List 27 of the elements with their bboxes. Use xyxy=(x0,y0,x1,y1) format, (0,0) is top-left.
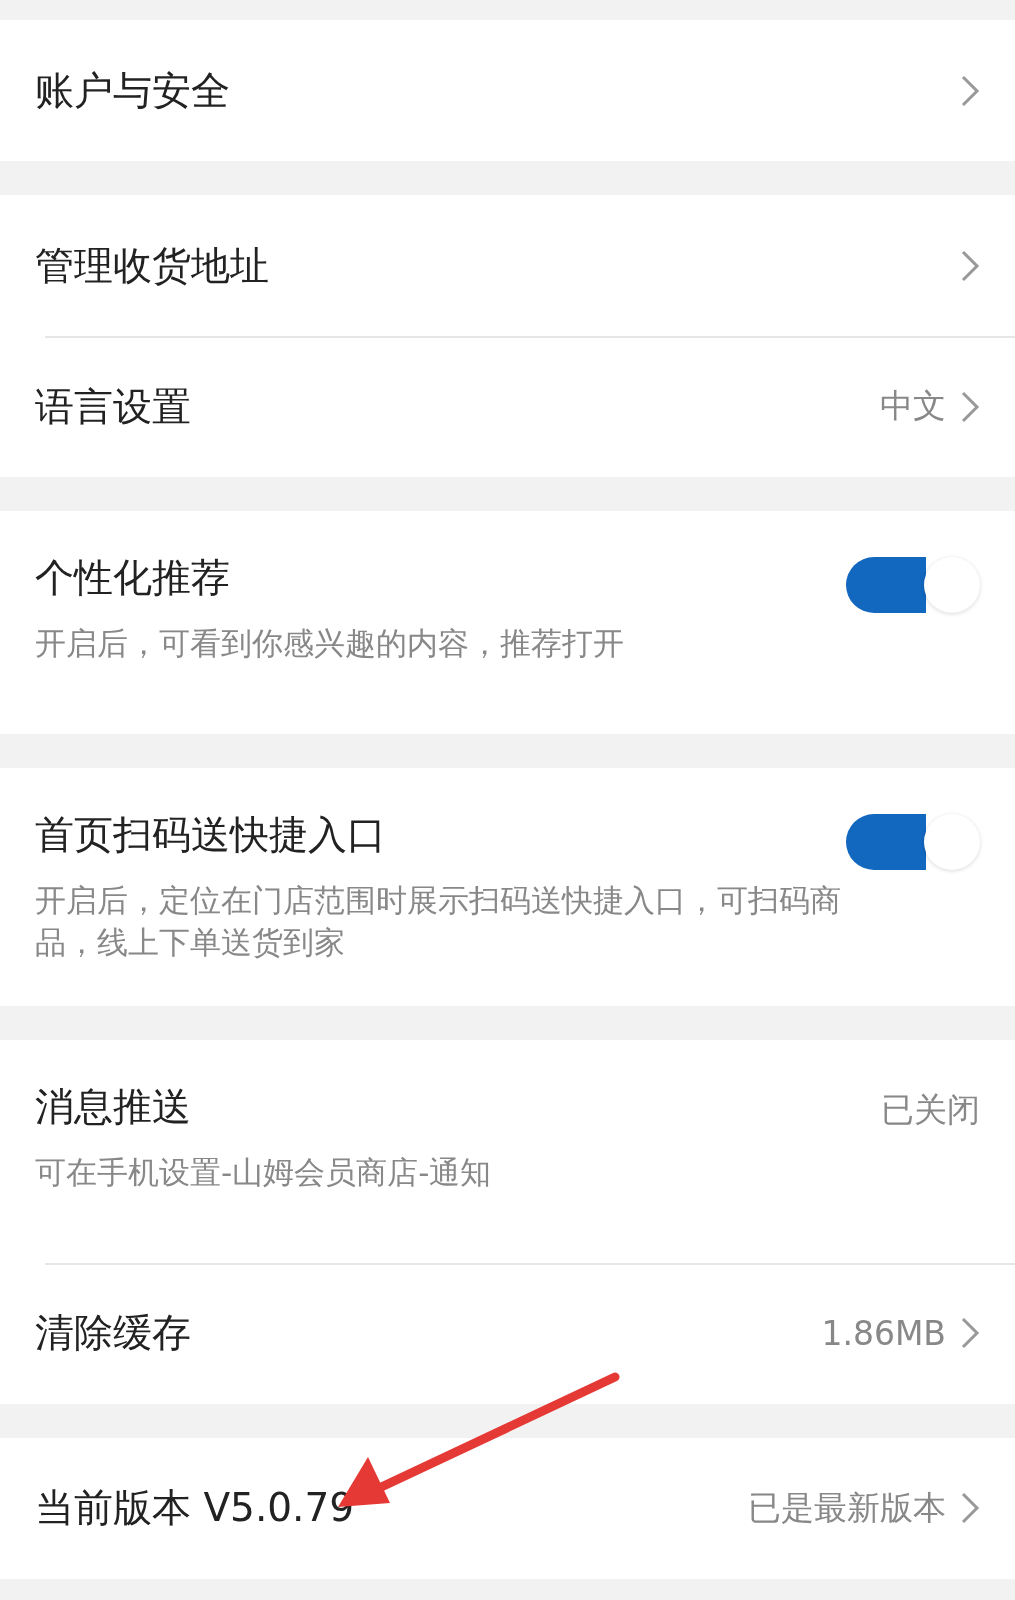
row-title: 个性化推荐 xyxy=(35,554,231,602)
settings-row[interactable]: 管理收货地址 xyxy=(0,195,1015,336)
row-title: 账户与安全 xyxy=(35,66,231,115)
row-title: 当前版本 V5.0.79 xyxy=(35,1484,356,1533)
row-title: 消息推送 xyxy=(35,1082,192,1131)
chevron-right-icon xyxy=(960,1316,980,1351)
settings-row[interactable]: 账户与安全 xyxy=(0,20,1015,161)
row-description: 开启后，定位在门店范围时展示扫码送快捷入口，可扫码商品，线上下单送货到家 xyxy=(35,881,842,962)
toggle-switch[interactable] xyxy=(846,814,980,870)
settings-row[interactable]: 语言设置 中文 xyxy=(0,336,1015,477)
row-title: 首页扫码送快捷入口 xyxy=(35,811,387,859)
chevron-right-icon xyxy=(960,248,980,283)
settings-row[interactable]: 清除缓存 1.86MB xyxy=(0,1262,1015,1404)
toggle-switch[interactable] xyxy=(846,557,980,613)
row-value: 已是最新版本 xyxy=(748,1486,946,1529)
row-value: 已关闭 xyxy=(881,1088,980,1131)
chevron-right-icon xyxy=(960,389,980,424)
row-title: 语言设置 xyxy=(35,382,192,431)
chevron-right-icon xyxy=(960,1491,980,1526)
row-title: 管理收货地址 xyxy=(35,241,270,290)
row-title: 清除缓存 xyxy=(35,1309,192,1358)
row-value: 中文 xyxy=(880,385,946,427)
row-description: 可在手机设置-山姆会员商店-通知 xyxy=(35,1152,493,1192)
chevron-right-icon xyxy=(960,73,980,108)
row-value: 1.86MB xyxy=(821,1313,946,1353)
settings-row[interactable]: 当前版本 V5.0.79 已是最新版本 xyxy=(0,1437,1015,1579)
row-description: 开启后，可看到你感兴趣的内容，推荐打开 xyxy=(35,624,625,663)
